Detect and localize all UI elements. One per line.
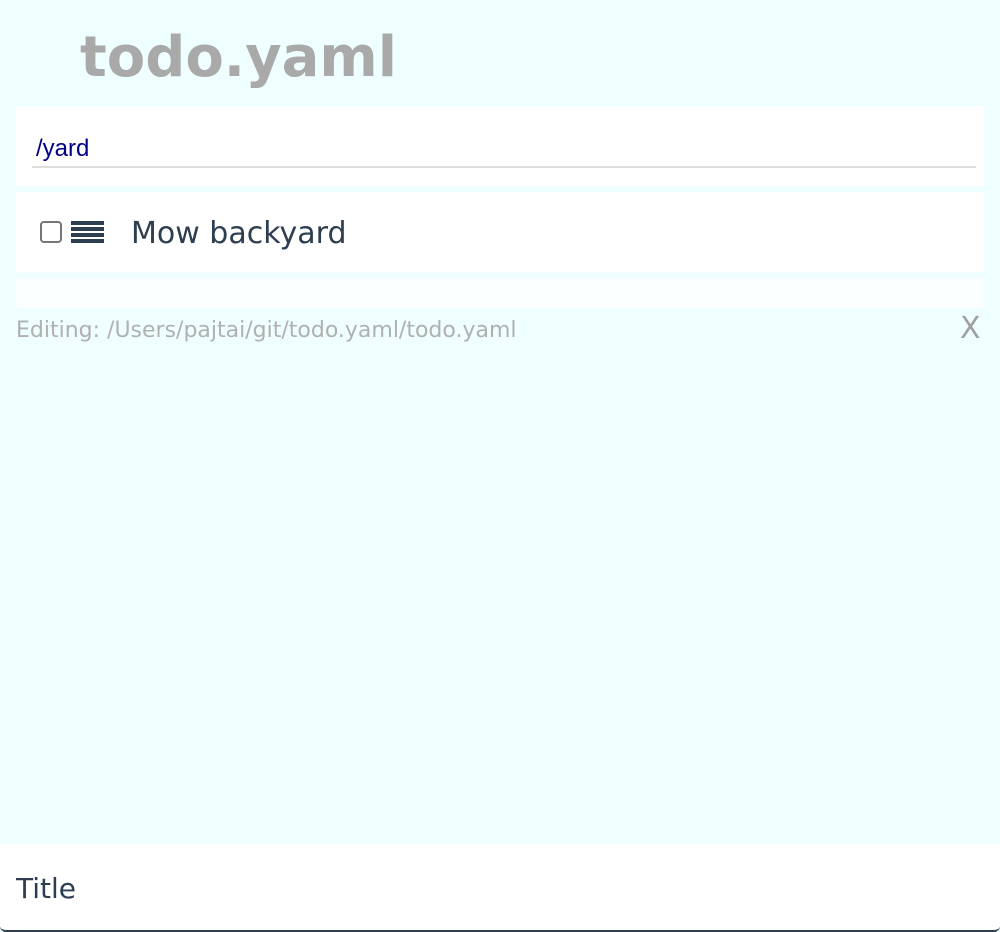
close-button[interactable]: X <box>960 311 981 347</box>
filter-input[interactable] <box>32 134 976 168</box>
new-item-bar <box>0 844 1000 932</box>
title-input[interactable] <box>16 868 976 908</box>
list-icon[interactable] <box>71 221 105 245</box>
app-title: todo.yaml <box>80 25 397 90</box>
todo-item: Mow backyard <box>16 192 984 272</box>
todo-title[interactable]: Mow backyard <box>131 214 347 254</box>
todo-checkbox[interactable] <box>40 221 62 243</box>
filter-panel <box>16 106 984 186</box>
editing-path-label: Editing: /Users/pajtai/git/todo.yaml/tod… <box>16 318 517 343</box>
add-item-row[interactable] <box>16 278 984 308</box>
